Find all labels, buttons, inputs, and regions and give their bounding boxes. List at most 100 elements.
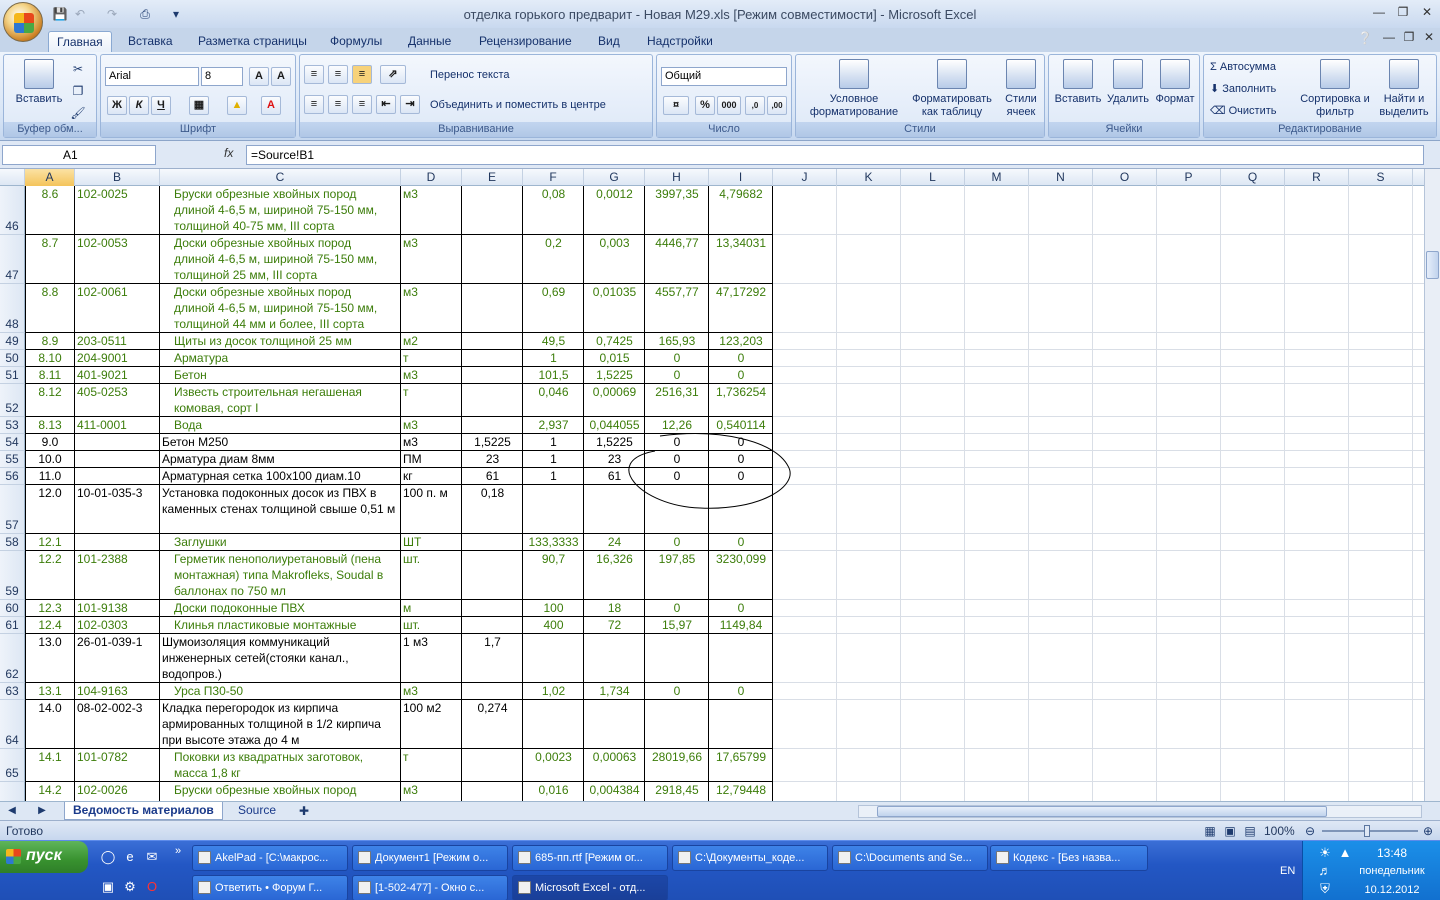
tab-formulas[interactable]: Формулы: [322, 31, 390, 52]
cell-H[interactable]: 2918,45: [645, 782, 709, 801]
cell-E[interactable]: [462, 186, 523, 235]
cell-H[interactable]: [645, 485, 709, 534]
cell-F[interactable]: 101,5: [523, 367, 584, 384]
delete-cells-button[interactable]: Удалить: [1103, 59, 1153, 106]
cell-F[interactable]: 0,0023: [523, 749, 584, 782]
tab-review[interactable]: Рецензирование: [471, 31, 580, 52]
number-format-select[interactable]: Общий: [661, 67, 787, 86]
cell-H[interactable]: 2516,31: [645, 384, 709, 417]
cell-D[interactable]: 1 м3: [401, 634, 462, 683]
zoom-slider[interactable]: [1322, 830, 1418, 832]
taskbar-window-button[interactable]: Кодекс - [Без назва...: [990, 845, 1148, 871]
decrease-decimal-icon[interactable]: ,00: [767, 96, 787, 115]
cell-E[interactable]: [462, 749, 523, 782]
cell-C[interactable]: Щиты из досок толщиной 25 мм: [160, 333, 401, 350]
cell-E[interactable]: [462, 417, 523, 434]
cell-B[interactable]: [75, 534, 160, 551]
cell-H[interactable]: [645, 700, 709, 749]
last-sheet-icon[interactable]: ▶: [34, 803, 50, 819]
cell-G[interactable]: [584, 700, 645, 749]
cell-D[interactable]: шт.: [401, 617, 462, 634]
horizontal-scrollbar[interactable]: [858, 805, 1422, 818]
autosum-button[interactable]: Σ Автосумма: [1210, 61, 1276, 74]
cell-G[interactable]: 0,01035: [584, 284, 645, 333]
taskbar-window-button[interactable]: 685-пп.rtf [Режим ог...: [512, 845, 668, 871]
normal-view-icon[interactable]: ▦: [1202, 823, 1218, 839]
cell-F[interactable]: 1: [523, 350, 584, 367]
tab-view[interactable]: Вид: [590, 31, 628, 52]
align-middle-icon[interactable]: ≡: [328, 65, 348, 84]
row-header[interactable]: 60: [0, 600, 25, 617]
row-header[interactable]: 63: [0, 683, 25, 700]
cell-E[interactable]: [462, 384, 523, 417]
tray-app-icon[interactable]: ☀: [1317, 845, 1333, 861]
opera-icon[interactable]: O: [144, 879, 160, 895]
cell-B[interactable]: 102-0026: [75, 782, 160, 801]
row-header[interactable]: 54: [0, 434, 25, 451]
zoom-level[interactable]: 100%: [1264, 824, 1295, 838]
fill-color-icon[interactable]: ▲: [227, 96, 247, 115]
cell-C[interactable]: Поковки из квадратных заготовок, масса 1,…: [160, 749, 401, 782]
tray-volume-icon[interactable]: ♬: [1317, 863, 1333, 879]
cell-B[interactable]: 102-0061: [75, 284, 160, 333]
align-bottom-icon[interactable]: ≡: [352, 65, 372, 84]
cell-B[interactable]: 405-0253: [75, 384, 160, 417]
taskbar-window-button[interactable]: Ответить • Форум Г...: [192, 875, 348, 900]
cell-C[interactable]: Заглушки: [160, 534, 401, 551]
formula-input[interactable]: =Source!B1: [246, 145, 1424, 165]
row-header[interactable]: 49: [0, 333, 25, 350]
taskbar-window-button[interactable]: Документ1 [Режим о...: [352, 845, 508, 871]
cell-E[interactable]: [462, 782, 523, 801]
cell-E[interactable]: 0,18: [462, 485, 523, 534]
cell-F[interactable]: 0,046: [523, 384, 584, 417]
italic-button[interactable]: К: [129, 96, 149, 115]
horizontal-scroll-thumb[interactable]: [877, 806, 1327, 817]
row-header[interactable]: 53: [0, 417, 25, 434]
cell-C[interactable]: Доски подоконные ПВХ: [160, 600, 401, 617]
network-icon[interactable]: ⚙: [122, 879, 138, 895]
cell-G[interactable]: 0,004384: [584, 782, 645, 801]
cell-D[interactable]: кг: [401, 468, 462, 485]
tab-insert[interactable]: Вставка: [120, 31, 181, 52]
cell-I[interactable]: 0: [709, 683, 773, 700]
cell-E[interactable]: [462, 534, 523, 551]
column-header-M[interactable]: M: [965, 169, 1029, 186]
tab-home[interactable]: Главная: [48, 31, 112, 52]
cell-C[interactable]: Герметик пенополиуретановый (пена монтажн…: [160, 551, 401, 600]
copy-icon[interactable]: ❐: [70, 83, 86, 99]
cell-H[interactable]: [645, 634, 709, 683]
column-header-P[interactable]: P: [1157, 169, 1221, 186]
taskbar-window-button[interactable]: Microsoft Excel - отд...: [512, 875, 668, 900]
vertical-scrollbar[interactable]: [1424, 169, 1440, 801]
page-layout-view-icon[interactable]: ▣: [1222, 823, 1238, 839]
align-top-icon[interactable]: ≡: [304, 65, 324, 84]
orientation-icon[interactable]: ⇗: [380, 65, 406, 84]
row-header[interactable]: 61: [0, 617, 25, 634]
cell-C[interactable]: Клинья пластиковые монтажные: [160, 617, 401, 634]
cell-G[interactable]: 16,326: [584, 551, 645, 600]
cell-A[interactable]: 13.0: [25, 634, 75, 683]
cell-D[interactable]: т: [401, 749, 462, 782]
cell-A[interactable]: 8.13: [25, 417, 75, 434]
doc-close-button[interactable]: ✕: [1418, 29, 1440, 46]
cell-D[interactable]: м3: [401, 186, 462, 235]
thousands-icon[interactable]: 000: [717, 96, 741, 115]
cell-I[interactable]: 13,34031: [709, 235, 773, 284]
cell-D[interactable]: м2: [401, 333, 462, 350]
cell-B[interactable]: [75, 434, 160, 451]
insert-sheet-icon[interactable]: ✚: [296, 803, 312, 819]
cell-F[interactable]: 1: [523, 451, 584, 468]
cell-A[interactable]: 8.9: [25, 333, 75, 350]
cell-F[interactable]: 90,7: [523, 551, 584, 600]
page-break-view-icon[interactable]: ▤: [1242, 823, 1258, 839]
cell-A[interactable]: 8.10: [25, 350, 75, 367]
conditional-formatting-button[interactable]: Условное форматирование: [800, 59, 908, 119]
cell-E[interactable]: 61: [462, 468, 523, 485]
cell-I[interactable]: 0: [709, 367, 773, 384]
cell-B[interactable]: 411-0001: [75, 417, 160, 434]
cell-G[interactable]: 0,7425: [584, 333, 645, 350]
cell-G[interactable]: 61: [584, 468, 645, 485]
cell-D[interactable]: м3: [401, 367, 462, 384]
cell-F[interactable]: [523, 485, 584, 534]
tray-shield-icon[interactable]: ⛨: [1317, 881, 1333, 897]
